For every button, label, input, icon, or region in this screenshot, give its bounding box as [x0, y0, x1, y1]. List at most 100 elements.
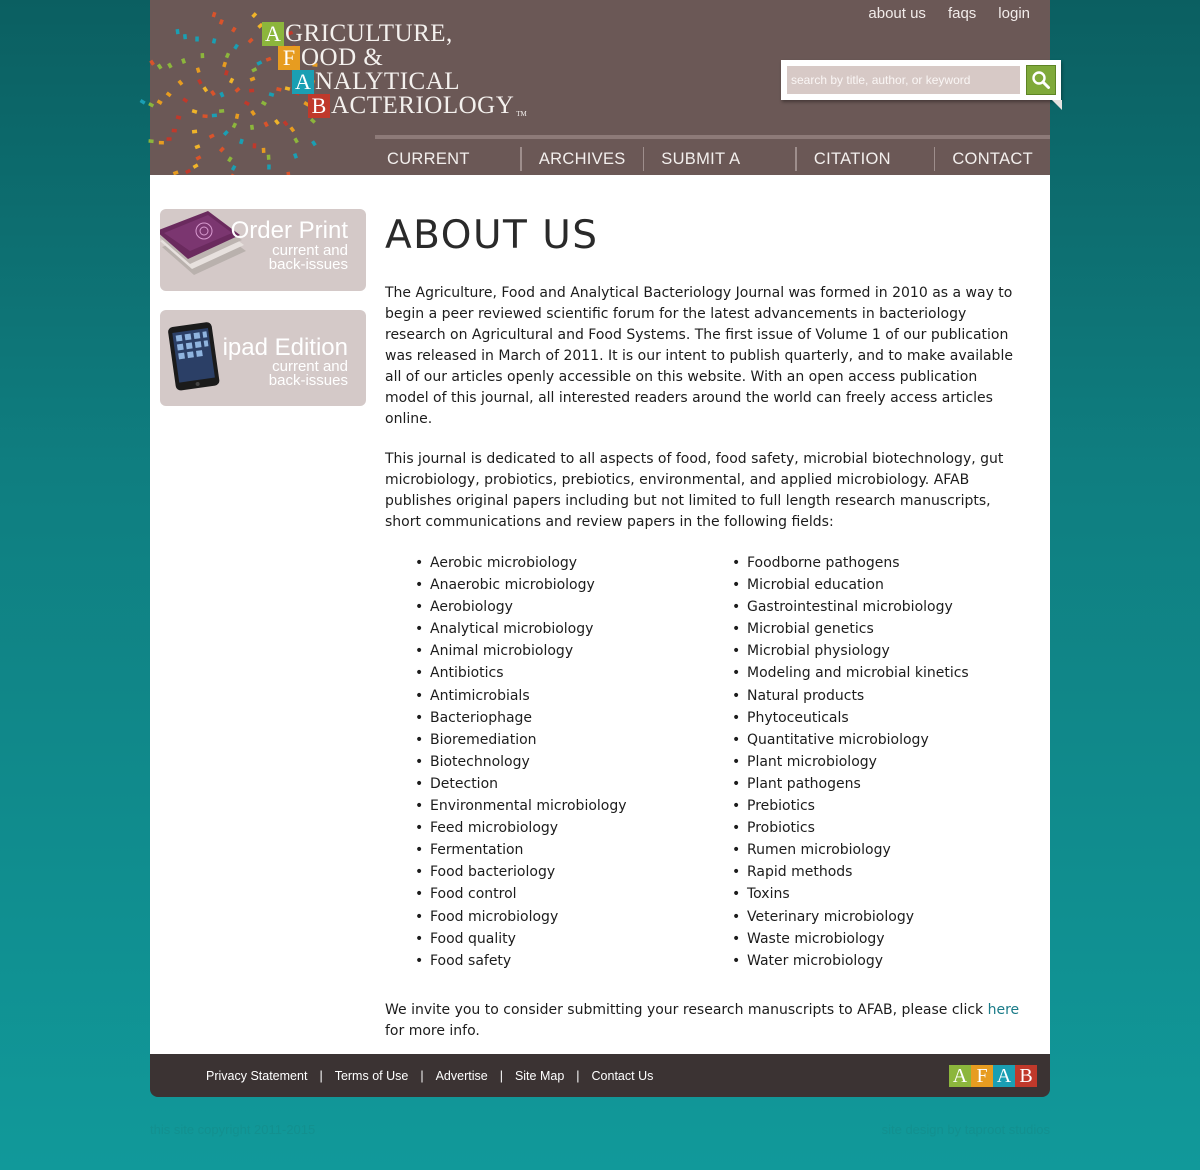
list-item: Feed microbiology	[415, 817, 702, 839]
logo-dash	[263, 121, 269, 128]
scope-paragraph: This journal is dedicated to all aspects…	[385, 451, 1004, 530]
search-input[interactable]	[787, 66, 1020, 94]
privacy-statement-link[interactable]: Privacy Statement	[206, 1069, 307, 1083]
nav-current-issue[interactable]: CURRENT ISSUE	[370, 147, 520, 192]
nav-submit-a-paper[interactable]: SUBMIT A PAPER	[644, 147, 795, 192]
list-item: Modeling and microbial kinetics	[732, 662, 1019, 684]
logo-word-analytical: NALYTICAL	[315, 68, 461, 95]
logo-dash	[166, 137, 172, 141]
sidebar: Order Print current and back-issues ipad…	[160, 209, 366, 425]
logo-word-bacteriology: ACTERIOLOGY	[331, 92, 515, 119]
logo-dash	[224, 52, 231, 59]
logo-dash	[251, 67, 258, 73]
site-logo[interactable]: A GRICULTURE, F OOD & A NALYTICAL B ACTE…	[262, 21, 527, 119]
advertise-link[interactable]: Advertise	[436, 1069, 488, 1083]
list-item: Rapid methods	[732, 861, 1019, 883]
list-item: Antibiotics	[415, 662, 702, 684]
site-map-link[interactable]: Site Map	[515, 1069, 564, 1083]
footer-separator: |	[499, 1068, 503, 1083]
logo-dash	[175, 115, 182, 120]
list-item: Microbial physiology	[732, 640, 1019, 662]
page-title: ABOUT US	[385, 213, 599, 258]
logo-dash	[249, 124, 255, 131]
logo-line-1: A GRICULTURE,	[262, 21, 527, 46]
list-item: Biotechnology	[415, 751, 702, 773]
ipad-edition-subtitle: current and back-issues	[268, 359, 348, 389]
list-item: Analytical microbiology	[415, 618, 702, 640]
logo-cap-b: B	[308, 94, 330, 118]
trademark-mark: TM	[516, 110, 527, 118]
list-item: Food microbiology	[415, 906, 702, 928]
contact-us-link[interactable]: Contact Us	[592, 1069, 654, 1083]
list-item: Bioremediation	[415, 729, 702, 751]
logo-dash	[202, 114, 208, 119]
list-item: Microbial genetics	[732, 618, 1019, 640]
search-box	[781, 60, 1062, 110]
logo-dash	[197, 78, 203, 85]
logo-dash	[228, 77, 235, 84]
footer-logo[interactable]: A F A B	[949, 1065, 1037, 1087]
logo-dash	[251, 12, 258, 19]
invite-paragraph: We invite you to consider submitting you…	[385, 1000, 1025, 1042]
intro-paragraph: The Agriculture, Food and Analytical Bac…	[385, 285, 1013, 427]
logo-dash	[227, 156, 233, 163]
login-link[interactable]: login	[998, 5, 1030, 22]
logo-cap-f: F	[278, 46, 300, 70]
logo-dash	[148, 102, 155, 108]
nav-archives[interactable]: ARCHIVES	[522, 147, 643, 171]
logo-dash	[200, 53, 205, 59]
list-item: Veterinary microbiology	[732, 906, 1019, 928]
list-item: Food control	[415, 883, 702, 905]
terms-of-use-link[interactable]: Terms of Use	[335, 1069, 409, 1083]
logo-dash	[234, 113, 240, 120]
order-print-banner[interactable]: Order Print current and back-issues	[160, 209, 366, 291]
logo-dash	[194, 144, 201, 150]
logo-word-food: OOD &	[301, 44, 384, 71]
list-item: Natural products	[732, 685, 1019, 707]
logo-line-3: A NALYTICAL	[262, 68, 527, 95]
logo-dash	[177, 79, 184, 86]
logo-dash	[233, 43, 239, 50]
logo-dash	[230, 164, 237, 171]
list-item: Phytoceuticals	[732, 707, 1019, 729]
nav-contact[interactable]: CONTACT	[935, 147, 1050, 171]
logo-dash	[231, 26, 237, 33]
about-us-link[interactable]: about us	[868, 5, 926, 22]
footer-separator: |	[576, 1068, 580, 1083]
ipad-edition-title: ipad Edition	[222, 334, 348, 361]
list-item: Toxins	[732, 883, 1019, 905]
logo-dash	[234, 86, 241, 93]
list-item: Fermentation	[415, 839, 702, 861]
logo-dash	[267, 164, 271, 170]
logo-dash	[219, 91, 225, 98]
logo-dash	[238, 138, 244, 145]
list-item: Waste microbiology	[732, 928, 1019, 950]
list-item: Food bacteriology	[415, 861, 702, 883]
list-item: Antimicrobials	[415, 685, 702, 707]
faqs-link[interactable]: faqs	[948, 5, 976, 22]
search-button[interactable]	[1026, 65, 1056, 95]
logo-dash	[211, 11, 217, 18]
list-item: Foodborne pathogens	[732, 552, 1019, 574]
nav-citation-info[interactable]: CITATION INFO	[797, 147, 934, 192]
list-item: Quantitative microbiology	[732, 729, 1019, 751]
list-item: Environmental microbiology	[415, 795, 702, 817]
order-print-subtitle: current and back-issues	[269, 243, 348, 272]
list-item: Food safety	[415, 950, 702, 972]
here-link[interactable]: here	[988, 1002, 1020, 1018]
logo-dash	[195, 67, 201, 74]
design-credit-link[interactable]: site design by taproot studios	[882, 1122, 1050, 1137]
logo-dash	[210, 90, 216, 97]
logo-dash	[149, 59, 155, 66]
ipad-edition-line-2: back-issues	[268, 372, 348, 389]
fields-list-right: Foodborne pathogensMicrobial educationGa…	[702, 552, 1019, 972]
footer-logo-a2: A	[993, 1065, 1015, 1087]
footer-separator: |	[319, 1068, 323, 1083]
ipad-edition-banner[interactable]: ipad Edition current and back-issues	[160, 310, 366, 406]
logo-dash	[182, 97, 189, 103]
footer-separator: |	[420, 1068, 424, 1083]
list-item: Gastrointestinal microbiology	[732, 596, 1019, 618]
list-item: Rumen microbiology	[732, 839, 1019, 861]
list-item: Animal microbiology	[415, 640, 702, 662]
invite-text: We invite you to consider submitting you…	[385, 1001, 988, 1018]
